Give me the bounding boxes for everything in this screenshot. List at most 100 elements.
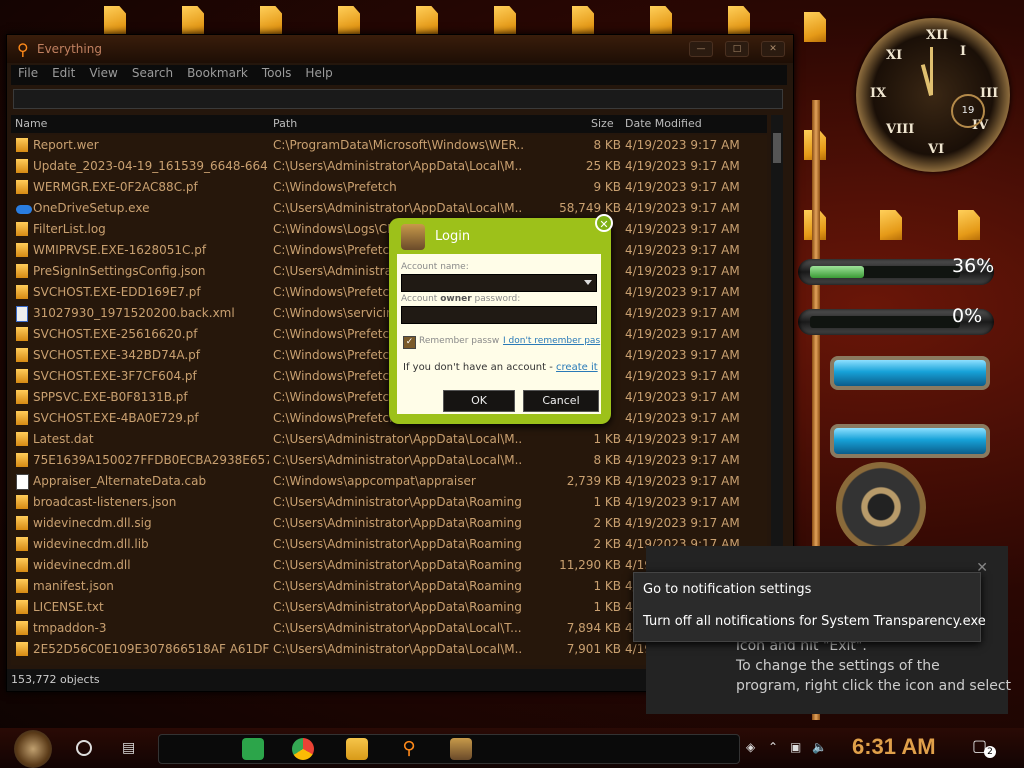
column-date-modified[interactable]: Date Modified [625,117,702,130]
file-icon [16,348,28,362]
column-name[interactable]: Name [15,117,47,130]
blue-tube-gauge [830,356,990,390]
tray-icon[interactable]: ◈ [746,740,755,754]
desktop-file-icon[interactable] [800,12,830,46]
file-path: C:\ProgramData\Microsoft\Windows\WER... [273,138,523,152]
file-size: 2 KB [593,516,621,530]
file-date: 4/19/2023 9:17 AM [625,180,740,194]
file-date: 4/19/2023 9:17 AM [625,222,740,236]
object-count: 153,772 objects [11,673,100,686]
cancel-button[interactable]: Cancel [523,390,599,412]
file-date: 4/19/2023 9:17 AM [625,516,740,530]
file-name: SVCHOST.EXE-342BD74A.pf [33,348,201,362]
chrome-icon[interactable] [292,738,314,760]
menu-item-turn-off-notifications[interactable]: Turn off all notifications for System Tr… [643,614,986,629]
file-size: 1 KB [593,495,621,509]
menu-file[interactable]: File [11,65,45,85]
remember-checkbox[interactable]: ✓ [403,336,416,349]
file-size: 25 KB [585,159,621,173]
title-bar[interactable]: ⚲ Everything — □ ✕ [7,35,793,63]
table-row[interactable]: WERMGR.EXE-0F2AC88C.pf C:\Windows\Prefetc… [11,177,767,198]
file-path: C:\Users\Administrator\AppData\Roaming..… [273,558,523,572]
start-button[interactable] [14,730,52,768]
table-row[interactable]: OneDriveSetup.exe C:\Users\Administrator\… [11,198,767,219]
xml-icon [16,306,28,322]
search-icon[interactable] [76,740,92,756]
file-name: manifest.json [33,579,114,593]
file-size: 2,739 KB [566,474,621,488]
password-field[interactable] [401,306,597,324]
remember-label: Remember passw [419,336,500,346]
menu-search[interactable]: Search [125,65,180,85]
dialog-title: Login [435,229,471,244]
account-name-dropdown[interactable] [401,274,597,292]
create-account-link[interactable]: create it [556,362,598,373]
close-button[interactable]: ✕ [761,41,785,57]
taskbar: ▤ ⚲ ◈ ⌃ ▣ 🔈 6:31 AM ▢ 2 [0,728,1024,768]
taskbar-clock[interactable]: 6:31 AM [852,734,936,760]
table-row[interactable]: Appraiser_AlternateData.cab C:\Windows\ap… [11,471,767,492]
table-row[interactable]: 75E1639A150027FFDB0ECBA2938E657... C:\Use… [11,450,767,471]
file-date: 4/19/2023 9:17 AM [625,369,740,383]
login-dialog: Login ✕ Account name: Account owner pass… [389,214,613,424]
menu-bookmark[interactable]: Bookmark [180,65,255,85]
onedrive-icon [16,201,32,215]
forgot-password-link[interactable]: I don't remember pas [503,336,600,346]
table-row[interactable]: widevinecdm.dll.sig C:\Users\Administrato… [11,513,767,534]
cpu-gauge: 36% [798,255,994,285]
gear-icon [836,462,926,552]
file-icon [16,558,28,572]
file-size: 8 KB [593,138,621,152]
file-icon [16,327,28,341]
search-input[interactable] [13,89,783,109]
file-date: 4/19/2023 9:17 AM [625,474,740,488]
file-path: C:\Users\Administrator\AppData\Local\M..… [273,159,523,173]
spotify-icon[interactable] [242,738,264,760]
chevron-up-icon[interactable]: ⌃ [768,740,778,754]
desktop-file-icon[interactable] [876,210,906,244]
table-row[interactable]: Update_2023-04-19_161539_6648-664... C:\U… [11,156,767,177]
file-date: 4/19/2023 9:17 AM [625,138,740,152]
table-row[interactable]: Report.wer C:\ProgramData\Microsoft\Windo… [11,135,767,156]
maximize-button[interactable]: □ [725,41,749,57]
file-size: 8 KB [593,453,621,467]
notification-count: 2 [984,746,996,758]
column-path[interactable]: Path [273,117,297,130]
file-path: C:\Users\Administrator\AppData\Roaming..… [273,495,523,509]
menu-edit[interactable]: Edit [45,65,82,85]
app-taskbar-icon[interactable] [450,738,472,760]
close-icon[interactable]: ✕ [595,214,613,232]
menu-item-notification-settings[interactable]: Go to notification settings [643,582,811,597]
file-name: SPPSVC.EXE-B0F8131B.pf [33,390,188,404]
desktop-file-icon[interactable] [954,210,984,244]
file-path: C:\Users\Administrator\AppData\Local\M..… [273,432,523,446]
volume-muted-icon[interactable]: 🔈 [812,740,827,754]
file-name: FilterList.log [33,222,106,236]
network-icon[interactable]: ▣ [790,740,801,754]
steampunk-clock-gadget[interactable]: XII III VI IX I IV XI VIII 19 [856,18,1010,172]
file-date: 4/19/2023 9:17 AM [625,348,740,362]
file-name: Appraiser_AlternateData.cab [33,474,207,488]
file-date: 4/19/2023 9:17 AM [625,306,740,320]
menu-bar: File Edit View Search Bookmark Tools Hel… [11,65,787,85]
menu-view[interactable]: View [82,65,124,85]
file-explorer-icon[interactable] [346,738,368,760]
file-name: 75E1639A150027FFDB0ECBA2938E657... [33,453,269,467]
everything-taskbar-icon[interactable]: ⚲ [398,738,420,760]
file-date: 4/19/2023 9:17 AM [625,243,740,257]
menu-tools[interactable]: Tools [255,65,299,85]
minimize-button[interactable]: — [689,41,713,57]
clock-day: 19 [951,94,985,128]
column-size[interactable]: Size [591,117,614,130]
ok-button[interactable]: OK [443,390,515,412]
menu-help[interactable]: Help [298,65,339,85]
file-icon [16,390,28,404]
file-icon [16,453,28,467]
file-path: C:\Windows\Prefetch [273,180,397,194]
file-path: C:\Users\Administrator\AppData\Roaming..… [273,579,523,593]
table-row[interactable]: broadcast-listeners.json C:\Users\Adminis… [11,492,767,513]
file-icon [16,369,28,383]
task-view-icon[interactable]: ▤ [122,740,135,756]
table-row[interactable]: Latest.dat C:\Users\Administrator\AppData… [11,429,767,450]
file-name: WMIPRVSE.EXE-1628051C.pf [33,243,207,257]
